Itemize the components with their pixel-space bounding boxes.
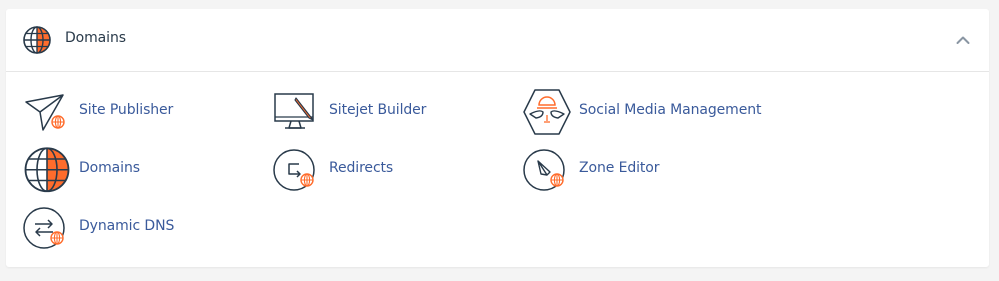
- redirects-link[interactable]: Redirects: [273, 146, 473, 194]
- domains-label: Domains: [79, 160, 140, 176]
- dynamic-dns-label: Dynamic DNS: [79, 218, 175, 234]
- monitor-pencil-icon: [274, 93, 314, 129]
- hexagon-chat-icon: [523, 89, 571, 135]
- redirects-label: Redirects: [329, 160, 394, 176]
- domains-section-header[interactable]: Domains: [6, 9, 989, 72]
- globe-icon: [24, 147, 70, 193]
- sitejet-builder-label: Sitejet Builder: [329, 102, 427, 118]
- dynamic-dns-link[interactable]: Dynamic DNS: [23, 204, 223, 252]
- site-publisher-label: Site Publisher: [79, 102, 174, 118]
- sitejet-builder-link[interactable]: Sitejet Builder: [273, 88, 473, 136]
- swap-arrows-icon: [23, 207, 65, 249]
- social-media-management-link[interactable]: Social Media Management: [523, 88, 783, 136]
- domains-link[interactable]: Domains: [23, 146, 223, 194]
- zone-editor-label: Zone Editor: [579, 160, 660, 176]
- redirect-arrow-icon: [273, 149, 315, 191]
- compass-icon: [523, 149, 565, 191]
- section-title: Domains: [65, 30, 126, 46]
- globe-icon: [23, 26, 51, 54]
- domains-panel: Domains Site Publisher Sitejet Builder S…: [6, 9, 989, 267]
- paper-plane-icon: [25, 94, 65, 131]
- chevron-up-icon[interactable]: [956, 35, 970, 45]
- zone-editor-link[interactable]: Zone Editor: [523, 146, 723, 194]
- site-publisher-link[interactable]: Site Publisher: [23, 88, 223, 136]
- social-media-management-label: Social Media Management: [579, 102, 762, 118]
